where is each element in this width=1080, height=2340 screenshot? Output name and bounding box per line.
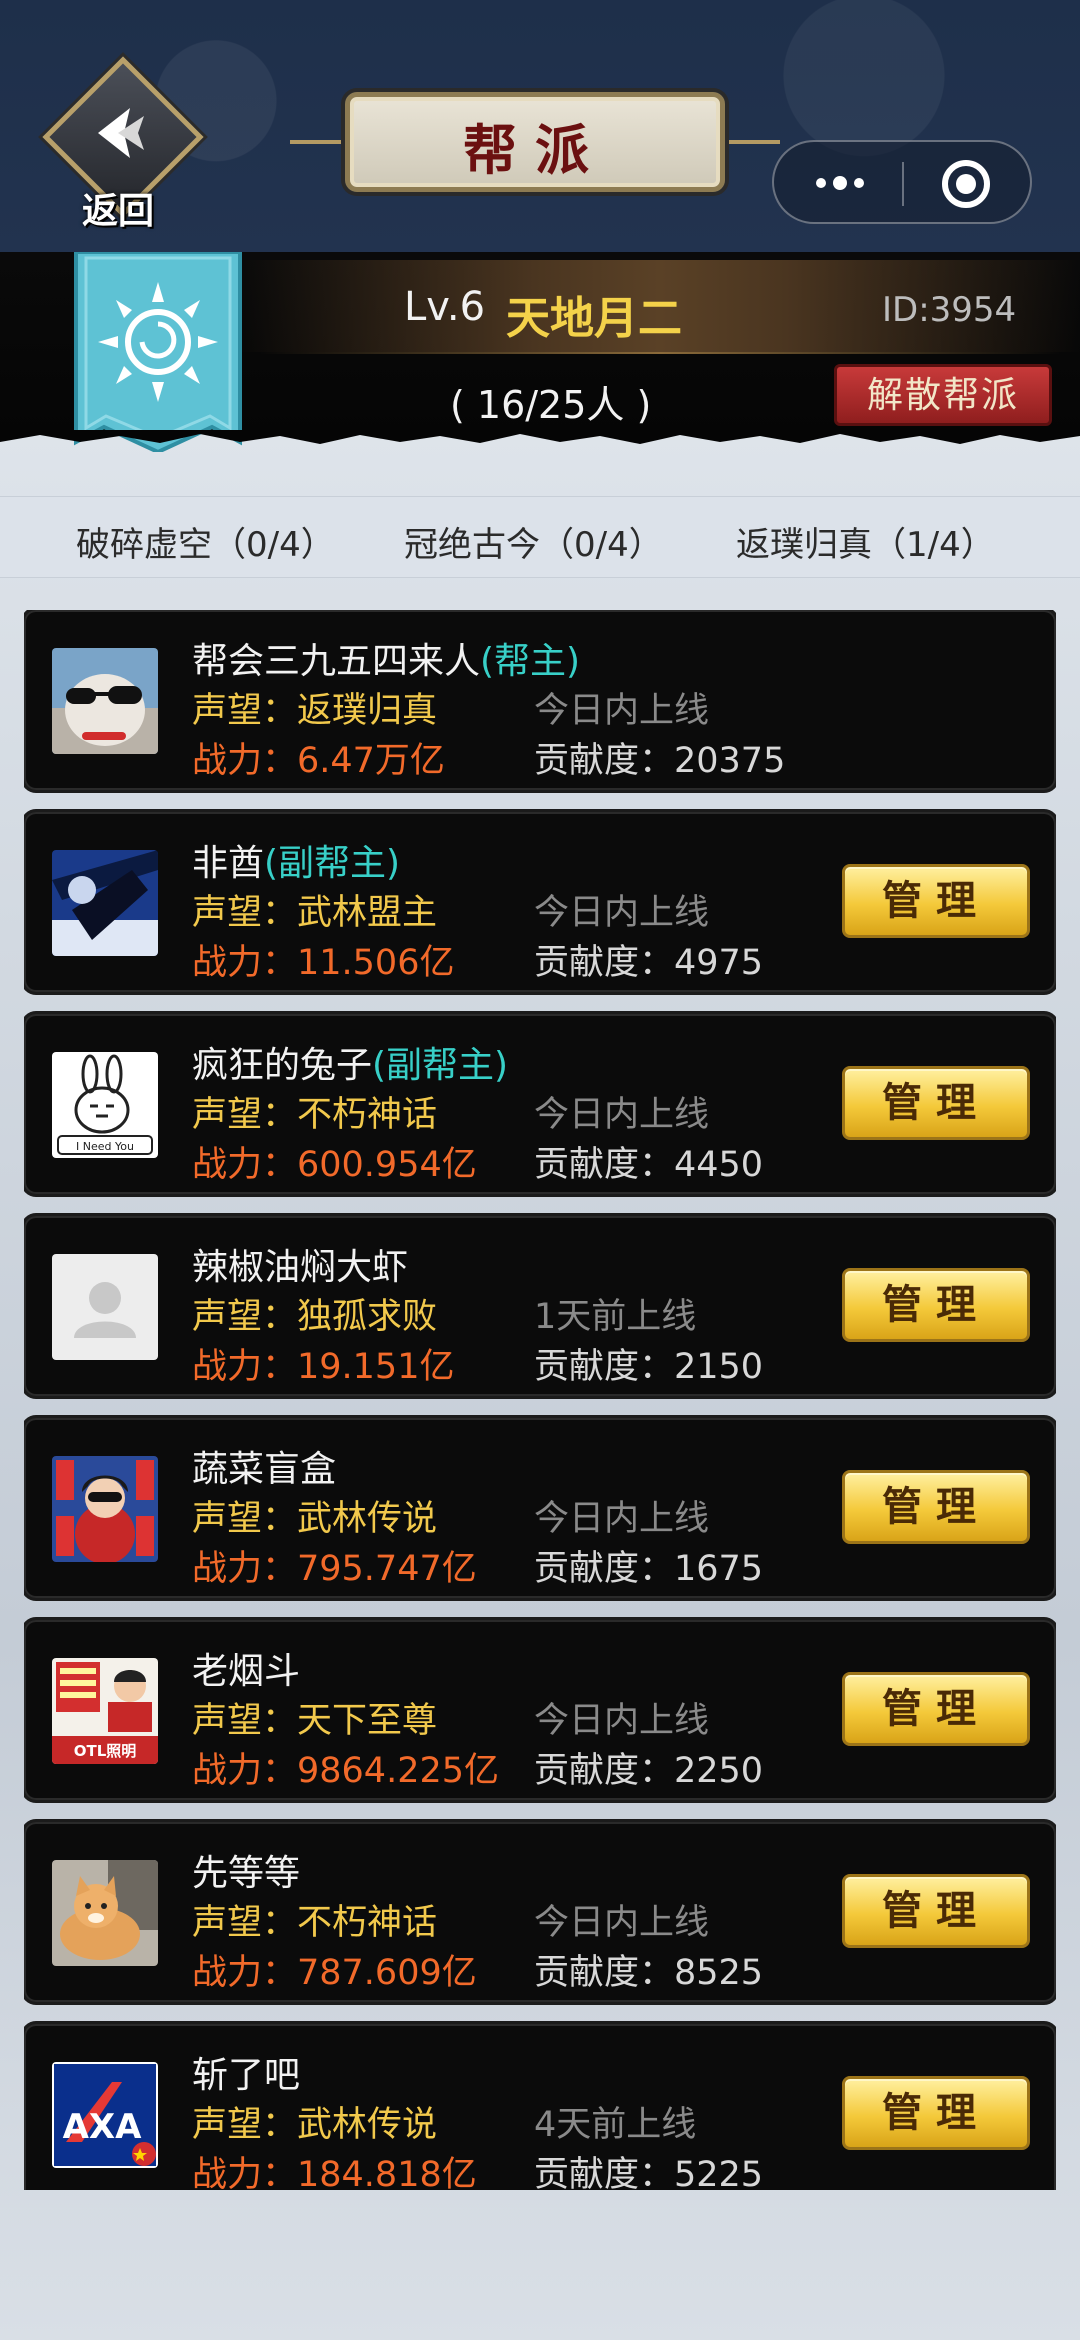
- page-title-plaque: 帮派: [290, 92, 780, 192]
- disband-guild-button[interactable]: 解散帮派: [834, 364, 1052, 426]
- member-card: 帮会三九五四来人(帮主) 声望：返璞归真 战力：6.47万亿 今日内上线 贡献度…: [24, 610, 1056, 790]
- member-contribution: 贡献度：2150: [534, 1347, 764, 1387]
- member-card: 非酋(副帮主) 声望：武林盟主 战力：11.506亿 今日内上线 贡献度：497…: [24, 812, 1056, 992]
- manage-button[interactable]: 管理: [842, 1874, 1030, 1948]
- member-role: (副帮主): [264, 843, 401, 884]
- member-avatar: [52, 1860, 158, 1966]
- avatar-axa-text: AXA: [63, 2107, 143, 2147]
- member-contribution: 贡献度：2250: [534, 1751, 764, 1791]
- member-name: 老烟斗: [192, 1651, 301, 1692]
- manage-button[interactable]: 管理: [842, 1066, 1030, 1140]
- member-power: 战力：6.47万亿: [192, 741, 445, 781]
- tier-tab-fanpu[interactable]: 返璞归真（1/4）: [736, 517, 995, 566]
- member-contribution: 贡献度：20375: [534, 741, 786, 781]
- member-card: OTL照明 老烟斗 声望：天下至尊 战力：9864.225亿 今日内上线 贡献度…: [24, 1620, 1056, 1800]
- member-name: 辣椒油焖大虾: [192, 1247, 409, 1288]
- member-online-status: 今日内上线: [534, 1903, 710, 1943]
- more-icon[interactable]: [812, 170, 868, 198]
- tier-tab-guanjue[interactable]: 冠绝古今（0/4）: [404, 517, 663, 566]
- member-fame: 声望：不朽神话: [192, 1095, 438, 1135]
- member-list: 帮会三九五四来人(帮主) 声望：返璞归真 战力：6.47万亿 今日内上线 贡献度…: [24, 610, 1056, 2190]
- default-avatar-icon: [52, 1254, 158, 1360]
- top-bar: 返回 帮派: [0, 0, 1080, 252]
- member-avatar: [52, 850, 158, 956]
- member-fame: 声望：独孤求败: [192, 1297, 438, 1337]
- member-online-status: 1天前上线: [534, 1297, 697, 1337]
- manage-button[interactable]: 管理: [842, 1672, 1030, 1746]
- member-power: 战力：11.506亿: [192, 943, 455, 983]
- member-contribution: 贡献度：4450: [534, 1145, 764, 1185]
- manage-button[interactable]: 管理: [842, 1268, 1030, 1342]
- member-name: 非酋: [192, 843, 265, 884]
- member-online-status: 今日内上线: [534, 1701, 710, 1741]
- member-avatar: I Need You: [52, 1052, 158, 1158]
- tier-bar: 破碎虚空（0/4） 冠绝古今（0/4） 返璞归真（1/4）: [0, 496, 1080, 578]
- back-label: 返回: [81, 190, 154, 232]
- manage-button[interactable]: 管理: [842, 864, 1030, 938]
- manage-button[interactable]: 管理: [842, 2076, 1030, 2150]
- member-online-status: 今日内上线: [534, 893, 710, 933]
- member-card: AXA 斩了吧 声望：武林传说 战力：184.818亿 4天前上线 贡献度：52…: [24, 2024, 1056, 2190]
- member-power: 战力：9864.225亿: [192, 1751, 500, 1791]
- back-arrow-icon: [98, 108, 144, 158]
- member-fame: 声望：返璞归真: [192, 691, 438, 731]
- avatar-rabbit-text: I Need You: [76, 1140, 134, 1153]
- member-card: 辣椒油焖大虾 声望：独孤求败 战力：19.151亿 1天前上线 贡献度：2150…: [24, 1216, 1056, 1396]
- member-card: 蔬菜盲盒 声望：武林传说 战力：795.747亿 今日内上线 贡献度：1675 …: [24, 1418, 1056, 1598]
- guild-member-count: ( 16/25人 ): [450, 383, 652, 427]
- member-card: 先等等 声望：不朽神话 战力：787.609亿 今日内上线 贡献度：8525 管…: [24, 1822, 1056, 2002]
- member-name: 蔬菜盲盒: [192, 1449, 337, 1490]
- member-name: 疯狂的兔子: [192, 1045, 373, 1086]
- member-contribution: 贡献度：8525: [534, 1953, 764, 1993]
- member-power: 战力：795.747亿: [192, 1549, 477, 1589]
- guild-id: ID:3954: [882, 290, 1017, 330]
- manage-button[interactable]: 管理: [842, 1470, 1030, 1544]
- member-online-status: 4天前上线: [534, 2105, 697, 2145]
- member-contribution: 贡献度：4975: [534, 943, 764, 983]
- member-fame: 声望：不朽神话: [192, 1903, 438, 1943]
- page-title: 帮派: [463, 118, 607, 182]
- member-avatar: AXA: [52, 2062, 158, 2168]
- member-power: 战力：787.609亿: [192, 1953, 477, 1993]
- guild-flag-icon: [74, 252, 242, 452]
- member-avatar: [52, 1456, 158, 1562]
- close-target-icon[interactable]: [942, 160, 990, 208]
- member-avatar: OTL照明: [52, 1658, 158, 1764]
- member-online-status: 今日内上线: [534, 691, 710, 731]
- back-button[interactable]: 返回: [42, 56, 204, 232]
- member-contribution: 贡献度：5225: [534, 2155, 764, 2190]
- member-fame: 声望：天下至尊: [192, 1701, 438, 1741]
- member-fame: 声望：武林传说: [192, 2105, 438, 2145]
- guild-name: 天地月二: [506, 293, 682, 344]
- member-online-status: 今日内上线: [534, 1499, 710, 1539]
- guild-level: Lv.6: [404, 284, 486, 330]
- member-name: 斩了吧: [192, 2055, 301, 2096]
- avatar-otl-text: OTL照明: [74, 1742, 137, 1760]
- member-name: 先等等: [192, 1853, 301, 1894]
- member-power: 战力：600.954亿: [192, 1145, 477, 1185]
- member-avatar: [52, 648, 158, 754]
- member-role: (副帮主): [372, 1045, 509, 1086]
- torn-edge: [0, 430, 1080, 444]
- member-name: 帮会三九五四来人: [192, 641, 481, 682]
- member-role: (帮主): [480, 641, 581, 682]
- member-card: I Need You 疯狂的兔子(副帮主) 声望：不朽神话 战力：600.954…: [24, 1014, 1056, 1194]
- member-power: 战力：19.151亿: [192, 1347, 455, 1387]
- member-power: 战力：184.818亿: [192, 2155, 477, 2190]
- miniprogram-capsule: [772, 140, 1032, 224]
- member-online-status: 今日内上线: [534, 1095, 710, 1135]
- member-fame: 声望：武林盟主: [192, 893, 438, 933]
- member-contribution: 贡献度：1675: [534, 1549, 764, 1589]
- member-fame: 声望：武林传说: [192, 1499, 438, 1539]
- tier-tab-posui[interactable]: 破碎虚空（0/4）: [76, 517, 335, 566]
